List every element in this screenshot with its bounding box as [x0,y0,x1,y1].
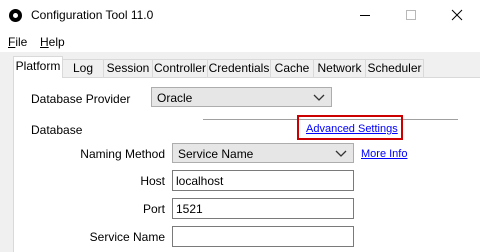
database-provider-select[interactable]: Oracle [151,87,332,107]
menu-bar [0,31,480,52]
tab-session[interactable]: Session [103,59,153,77]
port-value: 1521 [176,202,203,216]
close-button[interactable] [434,0,480,31]
tab-network[interactable]: Network [313,59,366,77]
close-icon [451,9,463,21]
more-info-link[interactable]: More Info [361,148,407,160]
maximize-button[interactable] [388,0,434,31]
minimize-button[interactable] [342,0,388,31]
menu-file[interactable]: File [8,35,27,49]
app-icon [9,9,22,22]
advanced-settings-link[interactable]: Advanced Settings [306,123,398,135]
chevron-down-icon [313,94,325,101]
naming-method-select[interactable]: Service Name [172,143,354,163]
host-value: localhost [176,174,224,188]
menu-help[interactable]: Help [40,35,65,49]
tab-scheduler[interactable]: Scheduler [365,59,424,77]
port-label: Port [142,202,165,216]
database-provider-value: Oracle [157,91,193,105]
tab-platform[interactable]: Platform [13,56,63,78]
host-label: Host [140,174,165,188]
database-provider-label: Database Provider [31,92,131,106]
window-title: Configuration Tool 11.0 [31,8,154,22]
port-input[interactable]: 1521 [172,198,354,219]
host-input[interactable]: localhost [172,170,354,191]
tab-log[interactable]: Log [62,59,104,77]
tab-controller[interactable]: Controller [152,59,208,77]
database-section-label: Database [31,123,83,137]
chevron-down-icon [335,150,347,157]
service-name-label: Service Name [89,230,165,244]
tab-cache[interactable]: Cache [270,59,314,77]
tab-credentials[interactable]: Credentials [207,59,271,77]
naming-method-value: Service Name [178,147,254,161]
service-name-input[interactable] [172,226,354,247]
naming-method-label: Naming Method [80,147,165,161]
